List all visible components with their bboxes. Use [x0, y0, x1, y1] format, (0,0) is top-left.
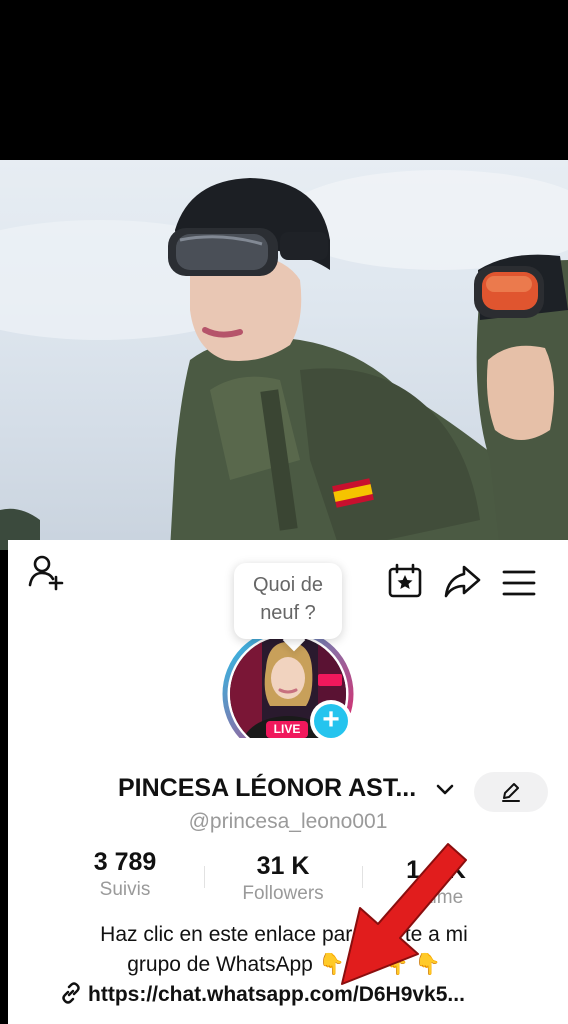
live-badge: LIVE [266, 721, 308, 738]
bubble-line-2: neuf ? [260, 602, 316, 624]
profile-handle: @princesa_leono001 [188, 810, 388, 833]
red-arrow-annotation [330, 838, 470, 988]
name-row: PINCESA LÉONOR AST... [0, 770, 568, 812]
stat-followers-value: 31 K [256, 852, 310, 880]
bubble-line-1: Quoi de [252, 574, 324, 596]
link-icon [62, 982, 80, 1004]
edit-profile-button[interactable] [474, 772, 548, 812]
whats-new-bubble[interactable]: Quoi de neuf ? [234, 563, 342, 639]
stat-followers[interactable]: 31 K Followers [218, 852, 348, 905]
share-icon[interactable] [442, 562, 482, 600]
plus-icon: + [314, 704, 348, 738]
top-black-bar [0, 0, 568, 160]
stat-following[interactable]: 3 789 Suivis [70, 848, 180, 901]
add-story-button[interactable]: + [310, 700, 352, 742]
profile-name[interactable]: PINCESA LÉONOR AST... [118, 774, 416, 803]
stat-followers-label: Followers [242, 883, 324, 904]
pencil-icon [502, 783, 520, 802]
chevron-down-icon[interactable] [434, 780, 456, 800]
menu-icon[interactable] [500, 566, 538, 600]
stat-following-label: Suivis [99, 879, 151, 900]
calendar-star-icon[interactable] [386, 562, 424, 600]
add-friend-icon[interactable] [26, 553, 66, 593]
cover-photo [0, 160, 568, 550]
stat-divider [204, 866, 205, 888]
stat-following-value: 3 789 [93, 848, 157, 876]
